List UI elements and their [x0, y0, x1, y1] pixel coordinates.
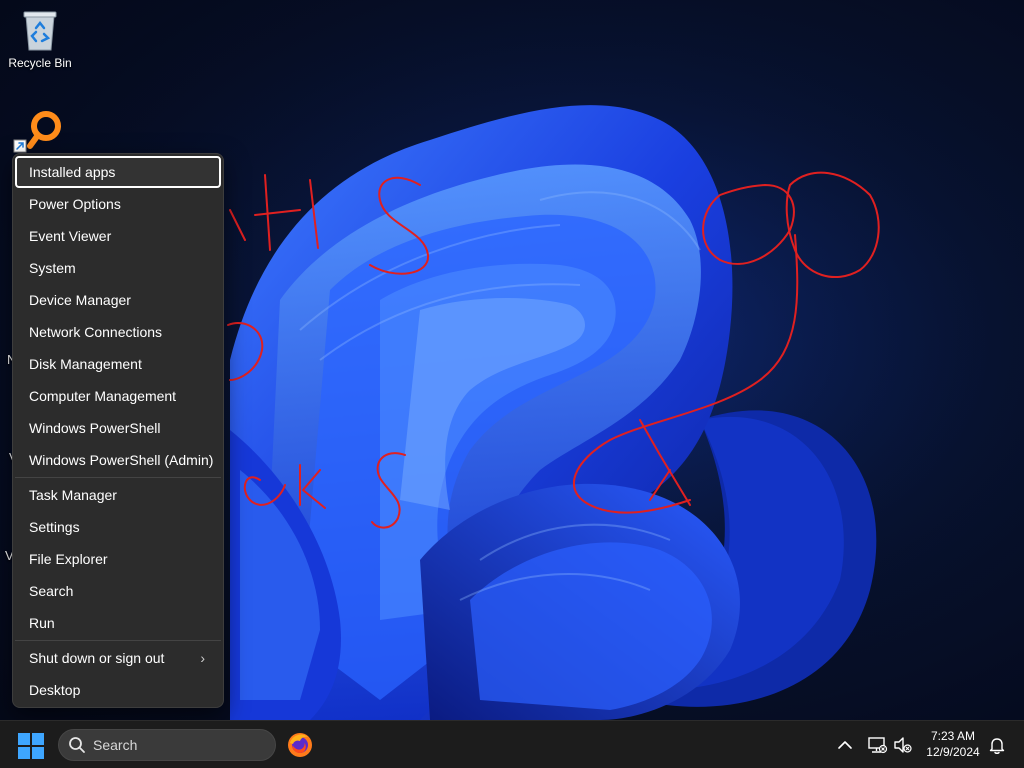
- search-tool-desktop-shortcut[interactable]: [4, 106, 68, 154]
- taskbar-clock[interactable]: 7:23 AM 12/9/2024: [918, 728, 988, 760]
- menu-item-power-options[interactable]: Power Options: [15, 188, 221, 220]
- network-icon: [868, 737, 888, 754]
- network-status-button[interactable]: [866, 734, 888, 756]
- menu-item-network-connections[interactable]: Network Connections: [15, 316, 221, 348]
- menu-item-settings[interactable]: Settings: [15, 511, 221, 543]
- menu-item-disk-management[interactable]: Disk Management: [15, 348, 221, 380]
- taskbar-search-box[interactable]: Search: [58, 729, 276, 761]
- notification-bell-icon: [989, 738, 1005, 754]
- menu-item-computer-management[interactable]: Computer Management: [15, 380, 221, 412]
- chevron-right-icon: ›: [200, 650, 205, 666]
- menu-item-windows-powershell-admin[interactable]: Windows PowerShell (Admin): [15, 444, 221, 476]
- search-tool-shortcut-icon: [13, 111, 61, 153]
- menu-item-event-viewer[interactable]: Event Viewer: [15, 220, 221, 252]
- menu-item-run[interactable]: Run: [15, 607, 221, 639]
- menu-item-shut-down-or-sign-out[interactable]: Shut down or sign out ›: [15, 642, 221, 674]
- recycle-bin-label: Recycle Bin: [8, 56, 72, 70]
- menu-item-search[interactable]: Search: [15, 575, 221, 607]
- taskbar: Search 7:23 AM 12/9/2024: [0, 720, 1024, 768]
- volume-button[interactable]: [892, 734, 914, 756]
- menu-separator: [15, 477, 221, 478]
- search-icon: [69, 737, 85, 753]
- menu-item-system[interactable]: System: [15, 252, 221, 284]
- chevron-up-icon: [838, 741, 852, 749]
- search-placeholder: Search: [93, 737, 138, 753]
- windows-logo-icon: [18, 733, 44, 759]
- menu-item-file-explorer[interactable]: File Explorer: [15, 543, 221, 575]
- menu-separator: [15, 640, 221, 641]
- volume-muted-icon: [894, 737, 912, 753]
- clock-time: 7:23 AM: [930, 729, 976, 743]
- notifications-button[interactable]: [986, 734, 1008, 756]
- menu-item-windows-powershell[interactable]: Windows PowerShell: [15, 412, 221, 444]
- recycle-bin-desktop-icon[interactable]: Recycle Bin: [2, 8, 78, 70]
- menu-item-device-manager[interactable]: Device Manager: [15, 284, 221, 316]
- winx-context-menu: Installed apps Power Options Event Viewe…: [12, 153, 224, 708]
- menu-item-desktop[interactable]: Desktop: [15, 674, 221, 706]
- firefox-icon: [288, 733, 312, 757]
- shut-down-label: Shut down or sign out: [29, 650, 165, 666]
- recycle-bin-icon: [23, 11, 57, 51]
- menu-item-installed-apps[interactable]: Installed apps: [15, 156, 221, 188]
- menu-item-task-manager[interactable]: Task Manager: [15, 479, 221, 511]
- start-button[interactable]: [16, 732, 46, 760]
- clock-date: 12/9/2024: [926, 745, 980, 759]
- show-hidden-icons-button[interactable]: [834, 734, 856, 756]
- taskbar-firefox-button[interactable]: [286, 731, 314, 759]
